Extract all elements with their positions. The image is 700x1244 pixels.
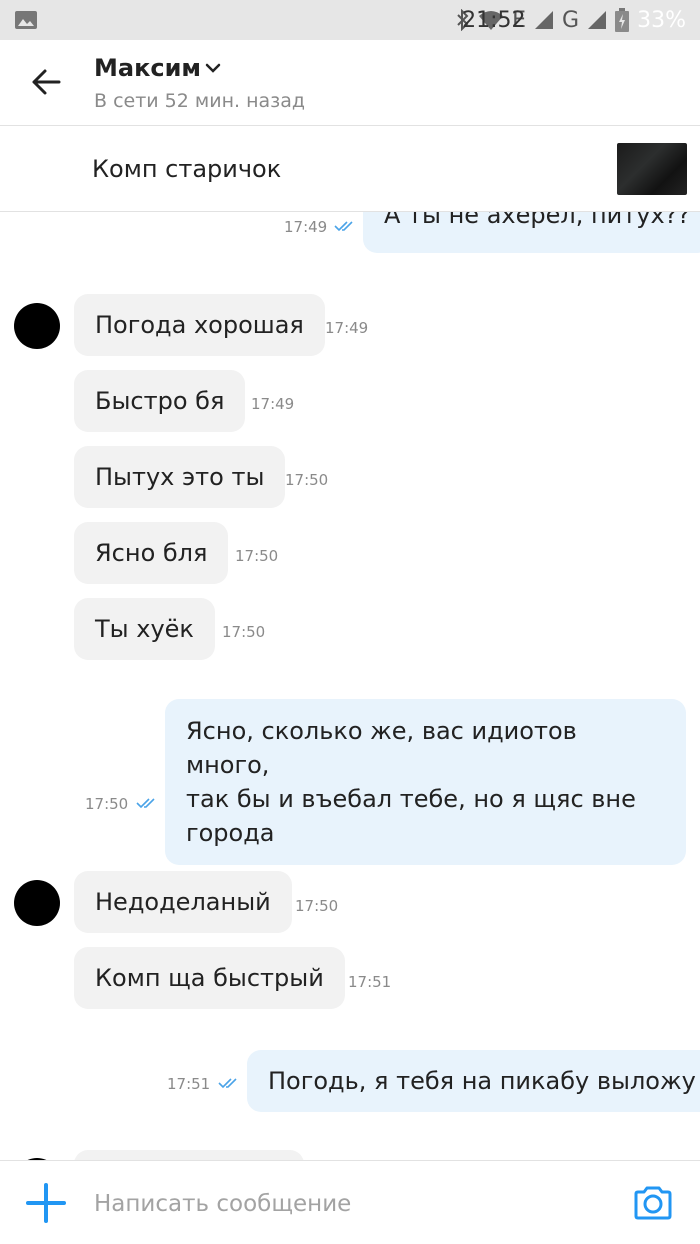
camera-icon[interactable]	[632, 1185, 674, 1221]
message-bubble[interactable]	[74, 1150, 304, 1160]
battery-icon	[615, 8, 630, 32]
signal-icon	[535, 11, 554, 29]
message-time: 17:51	[348, 973, 392, 991]
double-check-icon	[334, 221, 353, 232]
message-bubble[interactable]: Пытух это ты	[74, 446, 286, 508]
pinned-message[interactable]: Комп старичок	[0, 127, 700, 212]
message-line: так бы и въебал тебе, но я щяс вне	[186, 785, 636, 813]
clock: 21:52	[462, 7, 526, 33]
contact-status: В сети 52 мин. назад	[94, 90, 306, 112]
double-check-icon	[136, 798, 155, 809]
message-time: 17:50	[235, 547, 279, 565]
plus-icon[interactable]	[24, 1181, 68, 1225]
message-time: 17:51	[167, 1075, 211, 1093]
message-bubble[interactable]: Ясно, сколько же, вас идиотов много, так…	[165, 699, 686, 865]
message-bubble[interactable]: Погода хорошая	[74, 294, 325, 356]
message-bubble[interactable]: Ясно бля	[74, 522, 229, 584]
chevron-down-icon	[205, 63, 221, 73]
contact-name-button[interactable]: Максим	[94, 54, 221, 82]
message-bubble[interactable]: Ты хуёк	[74, 598, 215, 660]
image-icon	[15, 11, 37, 29]
back-button[interactable]	[26, 62, 66, 102]
signal-icon	[588, 11, 607, 29]
message-bubble[interactable]: Быстро бя	[74, 370, 246, 432]
message-time: 17:50	[222, 623, 266, 641]
contact-name: Максим	[94, 54, 202, 82]
message-bubble[interactable]: Погодь, я тебя на пикабу выложу	[247, 1050, 700, 1112]
message-input[interactable]	[94, 1187, 594, 1221]
message-line: города	[186, 819, 275, 847]
message-time: 17:49	[251, 395, 295, 413]
message-bubble[interactable]: Недоделаный	[74, 871, 292, 933]
chat-header: Максим В сети 52 мин. назад	[0, 40, 700, 126]
double-check-icon	[218, 1078, 237, 1089]
back-arrow-icon	[32, 69, 61, 95]
message-composer	[0, 1160, 700, 1244]
message-time: 17:50	[285, 471, 329, 489]
message-time: 17:50	[295, 897, 339, 915]
message-list[interactable]: А ты не ахерел, питух?? 17:49 Погода хор…	[0, 212, 700, 1160]
message-time: 17:49	[325, 319, 369, 337]
avatar[interactable]	[14, 303, 60, 349]
pinned-thumbnail[interactable]	[617, 143, 687, 195]
pinned-title: Комп старичок	[92, 155, 282, 183]
network-g-label: G	[562, 7, 580, 33]
message-time: 17:50	[85, 795, 129, 813]
status-bar: E G 33% 21:52	[0, 0, 700, 40]
message-bubble[interactable]: Комп ща быстрый	[74, 947, 345, 1009]
message-time: 17:49	[284, 218, 328, 236]
message-line: Ясно, сколько же, вас идиотов много,	[186, 717, 577, 779]
message-bubble[interactable]: А ты не ахерел, питух??	[363, 212, 700, 253]
avatar[interactable]	[14, 880, 60, 926]
battery-percent: 33%	[637, 7, 686, 33]
